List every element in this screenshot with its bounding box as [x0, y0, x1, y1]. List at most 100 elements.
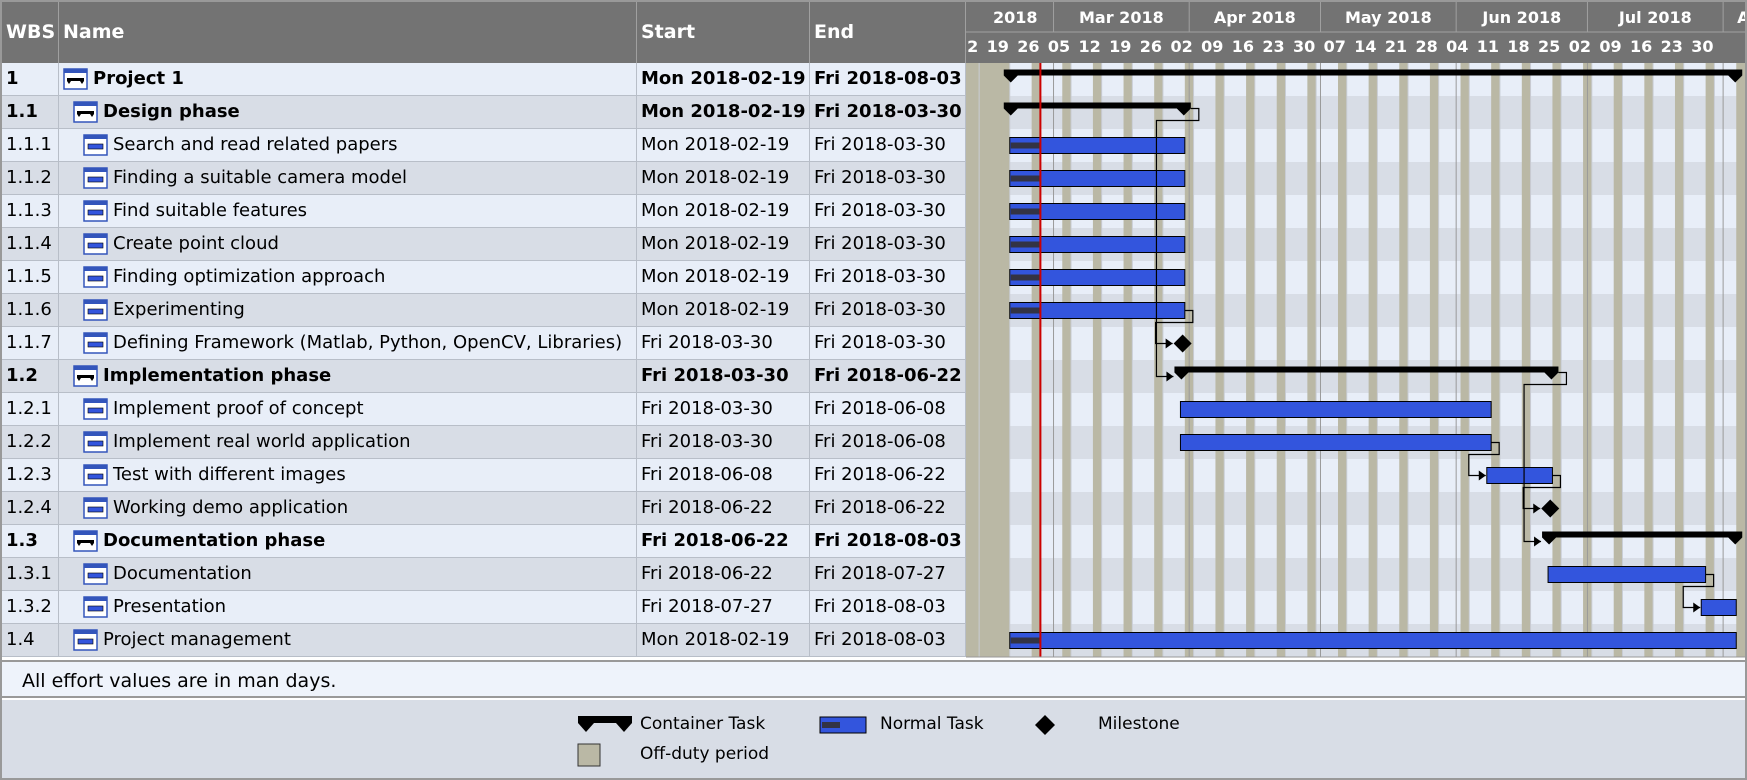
end-date-cell: Fri 2018-03-30 [810, 327, 966, 360]
table-row[interactable]: 1.3.1 Documentation Fri 2018-06-22 Fri 2018… [2, 558, 966, 591]
container-task-icon [73, 365, 98, 387]
table-row[interactable]: 1.1.3 Find suitable features Mon 2018-02-1… [2, 195, 966, 228]
container-bar-body [1003, 69, 1743, 76]
task-name-cell: Project management [59, 624, 637, 657]
table-row[interactable]: 1.2.2 Implement real world application Fri… [2, 426, 966, 459]
table-row[interactable]: 1.1.2 Finding a suitable camera model Mon … [2, 162, 966, 195]
start-date-cell: Mon 2018-02-19 [637, 624, 810, 657]
end-date-cell: Fri 2018-03-30 [810, 261, 966, 294]
wbs-cell: 1.1.6 [2, 294, 59, 327]
wbs-cell: 1.1.5 [2, 261, 59, 294]
end-date-cell: Fri 2018-06-22 [810, 492, 966, 525]
table-row[interactable]: 1.4 Project management Mon 2018-02-19 Fri 2… [2, 624, 966, 657]
task-name: Search and read related papers [113, 134, 398, 155]
week-label: 19 [987, 37, 1009, 56]
col-header-start[interactable]: Start [637, 2, 810, 63]
task-name-cell: Finding a suitable camera model [59, 162, 637, 195]
start-date-cell: Fri 2018-06-22 [637, 492, 810, 525]
table-row[interactable]: 1.2.1 Implement proof of concept Fri 2018-… [2, 393, 966, 426]
table-row[interactable]: 1 Project 1 Mon 2018-02-19 Fri 2018-08-03 [2, 63, 966, 96]
week-label: 12 [1079, 37, 1101, 56]
end-date-cell: Fri 2018-07-27 [810, 558, 966, 591]
end-date-cell: Fri 2018-08-03 [810, 624, 966, 657]
offduty-period [1521, 63, 1531, 657]
task-name: Create point cloud [113, 233, 279, 254]
table-row[interactable]: 1.1.1 Search and read related papers Mon 2… [2, 129, 966, 162]
month-label: Jul 2018 [1618, 8, 1692, 27]
week-label: 23 [1661, 37, 1683, 56]
container-bar-body [1174, 366, 1559, 373]
task-name: Documentation [113, 563, 252, 584]
col-header-end[interactable]: End [810, 2, 966, 63]
container-task-icon [73, 530, 98, 552]
offduty-period [1276, 63, 1286, 657]
start-date-cell: Fri 2018-06-22 [637, 558, 810, 591]
start-date-cell: Mon 2018-02-19 [637, 162, 810, 195]
task-name: Finding optimization approach [113, 266, 386, 287]
wbs-cell: 1.3.1 [2, 558, 59, 591]
table-row[interactable]: 1.1.6 Experimenting Mon 2018-02-19 Fri 2018… [2, 294, 966, 327]
task-name: Project management [103, 629, 291, 650]
end-date-cell: Fri 2018-03-30 [810, 96, 966, 129]
wbs-cell: 1.1.1 [2, 129, 59, 162]
table-row[interactable]: 1.3.2 Presentation Fri 2018-07-27 Fri 2018-… [2, 591, 966, 624]
month-label: 2018 [993, 8, 1038, 27]
task-name-cell: Experimenting [59, 294, 637, 327]
start-date-cell: Mon 2018-02-19 [637, 261, 810, 294]
table-row[interactable]: 1.1.7 Defining Framework (Matlab, Python,… [2, 327, 966, 360]
task-name-cell: Finding optimization approach [59, 261, 637, 294]
task-bar [1179, 401, 1492, 418]
start-date-cell: Fri 2018-03-30 [637, 327, 810, 360]
wbs-cell: 1.3 [2, 525, 59, 558]
legend: Container Task Normal Task Milestone Off… [2, 700, 1745, 778]
table-row[interactable]: 1.2.3 Test with different images Fri 2018-… [2, 459, 966, 492]
offduty-period [1705, 63, 1715, 657]
task-progress [1010, 175, 1041, 182]
offduty-period [970, 63, 980, 657]
task-icon [83, 464, 108, 486]
effort-note: All effort values are in man days. [2, 660, 1745, 698]
start-date-cell: Fri 2018-06-22 [637, 525, 810, 558]
task-name-cell: Project 1 [59, 63, 637, 96]
week-label: 30 [1691, 37, 1713, 56]
task-bar [1486, 467, 1553, 484]
offduty-period [1736, 63, 1745, 657]
task-name: Working demo application [113, 497, 349, 518]
task-name: Test with different images [113, 464, 346, 485]
task-name-cell: Implementation phase [59, 360, 637, 393]
col-header-name[interactable]: Name [59, 2, 637, 63]
end-date-cell: Fri 2018-08-03 [810, 591, 966, 624]
week-label: 23 [1262, 37, 1284, 56]
table-row[interactable]: 1.1 Design phase Mon 2018-02-19 Fri 2018-03… [2, 96, 966, 129]
table-row[interactable]: 1.1.5 Finding optimization approach Mon 20… [2, 261, 966, 294]
task-icon [83, 596, 108, 618]
task-icon [83, 167, 108, 189]
col-header-wbs[interactable]: WBS [2, 2, 59, 63]
start-date-cell: Fri 2018-06-08 [637, 459, 810, 492]
end-date-cell: Fri 2018-08-03 [810, 63, 966, 96]
week-label: 14 [1354, 37, 1376, 56]
month-label: Au [1737, 8, 1745, 27]
task-name-cell: Test with different images [59, 459, 637, 492]
task-icon [83, 563, 108, 585]
legend-offduty-label: Off-duty period [640, 744, 770, 764]
week-labels: 12 19 26 05 12 19 26 02 09 16 23 30 07 14 21 28 04 11 18 25… [966, 37, 1713, 56]
task-name-cell: Create point cloud [59, 228, 637, 261]
offduty-period [1399, 63, 1409, 657]
wbs-cell: 1.1.7 [2, 327, 59, 360]
task-progress [1010, 274, 1041, 281]
chart-row-bg [966, 492, 1745, 525]
task-name: Defining Framework (Matlab, Python, Open… [113, 332, 623, 353]
table-row[interactable]: 1.2.4 Working demo application Fri 2018-06… [2, 492, 966, 525]
start-date-cell: Mon 2018-02-19 [637, 96, 810, 129]
week-label: 12 [966, 37, 978, 56]
table-row[interactable]: 1.1.4 Create point cloud Mon 2018-02-19 Fri… [2, 228, 966, 261]
week-label: 19 [1109, 37, 1131, 56]
task-bar [1179, 434, 1492, 451]
wbs-cell: 1.1.2 [2, 162, 59, 195]
week-label: 11 [1477, 37, 1499, 56]
table-row[interactable]: 1.3 Documentation phase Fri 2018-06-22 Fri … [2, 525, 966, 558]
table-row[interactable]: 1.2 Implementation phase Fri 2018-03-30 Fri… [2, 360, 966, 393]
task-bar [1547, 566, 1707, 583]
end-date-cell: Fri 2018-06-22 [810, 459, 966, 492]
